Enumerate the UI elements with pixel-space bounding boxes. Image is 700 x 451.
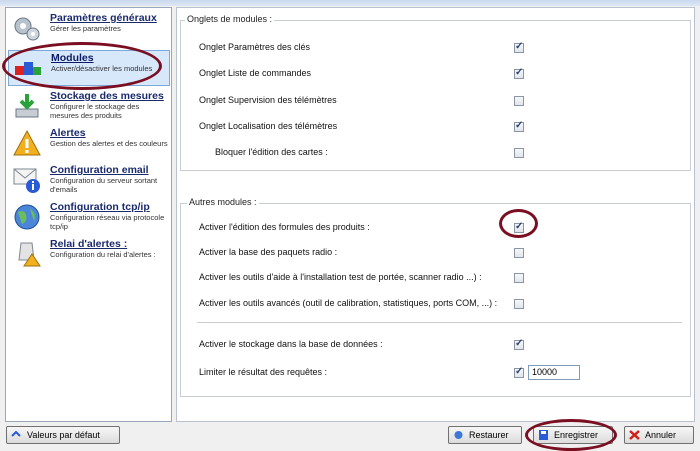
alert-relay-icon (18, 242, 41, 267)
tab-key-settings-label: Onglet Paramètres des clés (199, 42, 311, 52)
sidebar-item-title: Configuration email (50, 164, 149, 176)
advanced-tools-label: Activer les outils avancés (outil de cal… (199, 298, 498, 308)
sidebar-item-alerts[interactable]: Alertes Gestion des alertes et des coule… (8, 126, 170, 162)
sidebar-item-title: Paramètres généraux (50, 12, 157, 24)
sidebar-item-storage[interactable]: Stockage des mesures Configurer le stock… (8, 89, 170, 125)
tab-command-list-label: Onglet Liste de commandes (199, 68, 312, 78)
check-icon: ✓ (515, 41, 524, 52)
tab-telemeter-supervision-label: Onglet Supervision des télémètres (199, 95, 337, 105)
reset-arrows-icon (11, 430, 21, 437)
email-info-icon (13, 168, 40, 193)
window-title-strip (0, 0, 700, 6)
check-icon: ✓ (515, 366, 524, 377)
advanced-tools-checkbox[interactable] (514, 299, 524, 309)
default-values-button-label: Valeurs par défaut (27, 430, 100, 440)
limit-query-results-checkbox[interactable]: ✓ (514, 366, 524, 378)
sidebar-item-desc: Configuration du serveur sortant d'email… (50, 176, 158, 194)
group-separator (197, 322, 682, 323)
radio-packets-db-checkbox[interactable] (514, 248, 524, 258)
sidebar-item-title: Configuration tcp/ip (50, 201, 150, 213)
tab-telemeter-location-checkbox[interactable]: ✓ (514, 120, 524, 132)
check-icon: ✓ (515, 338, 524, 349)
sidebar-item-desc: Gestion des alertes et des couleurs (50, 139, 168, 148)
restore-icon (454, 431, 463, 439)
tab-key-settings-checkbox[interactable]: ✓ (514, 41, 524, 53)
annotation-circle-save-button (525, 419, 617, 451)
gears-icon (14, 17, 40, 41)
sidebar-item-tcpip-config[interactable]: Configuration tcp/ip Configuration résea… (8, 200, 170, 236)
database-storage-label: Activer le stockage dans la base de donn… (199, 339, 383, 349)
cancel-x-icon (629, 430, 640, 440)
settings-panel: Onglets de modules : Onglet Paramètres d… (176, 7, 695, 422)
annotation-circle-modules (2, 42, 162, 90)
module-tabs-group-title: Onglets de modules : (185, 14, 275, 24)
restore-button[interactable]: Restaurer (448, 426, 522, 444)
check-icon: ✓ (515, 120, 524, 131)
sidebar-item-title: Relai d'alertes : (50, 238, 128, 250)
install-tools-label: Activer les outils d'aide à l'installati… (199, 272, 482, 282)
sidebar-item-desc: Configuration réseau via protocole tcp/i… (50, 213, 165, 231)
other-modules-group-title: Autres modules : (187, 197, 259, 207)
download-storage-icon (15, 94, 39, 118)
sidebar-item-alert-relay[interactable]: Relai d'alertes : Configuration du relai… (8, 237, 170, 273)
cancel-button-label: Annuler (645, 430, 677, 440)
lock-map-editing-checkbox[interactable] (514, 148, 524, 158)
check-icon: ✓ (515, 67, 524, 78)
restore-button-label: Restaurer (469, 430, 509, 440)
sidebar-item-email-config[interactable]: Configuration email Configuration du ser… (8, 163, 170, 199)
install-tools-checkbox[interactable] (514, 273, 524, 283)
lock-map-editing-label: Bloquer l'édition des cartes : (215, 147, 328, 157)
limit-query-results-label: Limiter le résultat des requêtes : (199, 367, 328, 377)
sidebar-item-desc: Configuration du relai d'alertes : (50, 250, 156, 259)
radio-packets-db-label: Activer la base des paquets radio : (199, 247, 338, 257)
sidebar-item-title: Alertes (50, 127, 86, 139)
sidebar-item-desc: Gérer les paramètres (50, 24, 121, 33)
database-storage-checkbox[interactable]: ✓ (514, 338, 524, 350)
tab-telemeter-supervision-checkbox[interactable] (514, 96, 524, 106)
product-formula-edit-label: Activer l'édition des formules des produ… (199, 222, 370, 232)
tab-command-list-checkbox[interactable]: ✓ (514, 67, 524, 79)
default-values-button[interactable]: Valeurs par défaut (6, 426, 120, 444)
tab-telemeter-location-label: Onglet Localisation des télémètres (199, 121, 338, 131)
globe-network-icon (14, 204, 40, 230)
annotation-circle-formula-checkbox (499, 209, 538, 238)
query-limit-input[interactable]: 10000 (528, 365, 580, 380)
warning-icon (13, 129, 41, 156)
cancel-button[interactable]: Annuler (624, 426, 694, 444)
sidebar-item-desc: Configurer le stockage des mesures des p… (50, 102, 140, 120)
sidebar-item-title: Stockage des mesures (50, 90, 164, 102)
